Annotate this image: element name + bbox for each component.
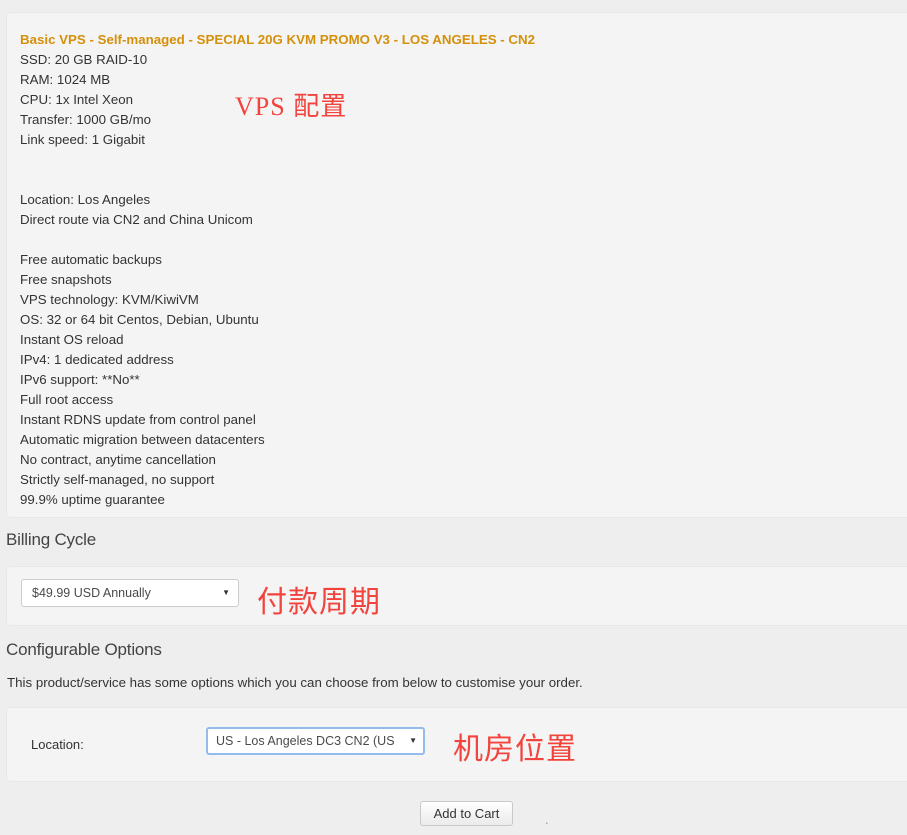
billing-cycle-selected-value: $49.99 USD Annually <box>32 586 151 600</box>
chevron-down-icon: ▼ <box>409 736 417 745</box>
spec-line: OS: 32 or 64 bit Centos, Debian, Ubuntu <box>20 312 259 327</box>
product-title: Basic VPS - Self-managed - SPECIAL 20G K… <box>20 32 535 47</box>
product-description-panel: Basic VPS - Self-managed - SPECIAL 20G K… <box>6 12 907 518</box>
configurable-options-heading: Configurable Options <box>6 640 162 659</box>
spec-line: Free snapshots <box>20 272 112 287</box>
location-field-label: Location: <box>31 737 84 752</box>
spec-line: Strictly self-managed, no support <box>20 472 215 487</box>
chevron-down-icon: ▼ <box>222 588 230 597</box>
annotation-vps-config: VPS 配置 <box>235 92 348 121</box>
spec-line: Instant OS reload <box>20 332 124 347</box>
spec-line: SSD: 20 GB RAID-10 <box>20 52 148 67</box>
annotation-billing-cycle: 付款周期 <box>257 586 381 619</box>
spec-line: No contract, anytime cancellation <box>20 452 216 467</box>
spec-line: Location: Los Angeles <box>20 192 151 207</box>
spec-line: 99.9% uptime guarantee <box>20 492 165 507</box>
trailing-dot-text: . <box>545 812 549 827</box>
billing-cycle-select[interactable]: $49.99 USD Annually ▼ <box>21 579 239 607</box>
spec-line: Link speed: 1 Gigabit <box>20 132 145 147</box>
billing-cycle-heading: Billing Cycle <box>6 530 96 549</box>
spec-line: VPS technology: KVM/KiwiVM <box>20 292 199 307</box>
spec-spacer <box>20 230 535 250</box>
spec-line: IPv4: 1 dedicated address <box>20 352 174 367</box>
spec-line: Automatic migration between datacenters <box>20 432 265 447</box>
location-selected-value: US - Los Angeles DC3 CN2 (US <box>216 734 395 748</box>
spec-spacer <box>20 150 535 170</box>
add-to-cart-button[interactable]: Add to Cart <box>420 801 513 826</box>
spec-line: Full root access <box>20 392 114 407</box>
annotation-location: 机房位置 <box>453 733 577 766</box>
spec-line: Free automatic backups <box>20 252 162 267</box>
spec-spacer <box>20 170 535 190</box>
spec-line: Direct route via CN2 and China Unicom <box>20 212 253 227</box>
spec-line: Instant RDNS update from control panel <box>20 412 256 427</box>
location-select[interactable]: US - Los Angeles DC3 CN2 (US ▼ <box>206 727 425 755</box>
spec-line: IPv6 support: **No** <box>20 372 140 387</box>
configurable-options-description: This product/service has some options wh… <box>7 675 583 690</box>
